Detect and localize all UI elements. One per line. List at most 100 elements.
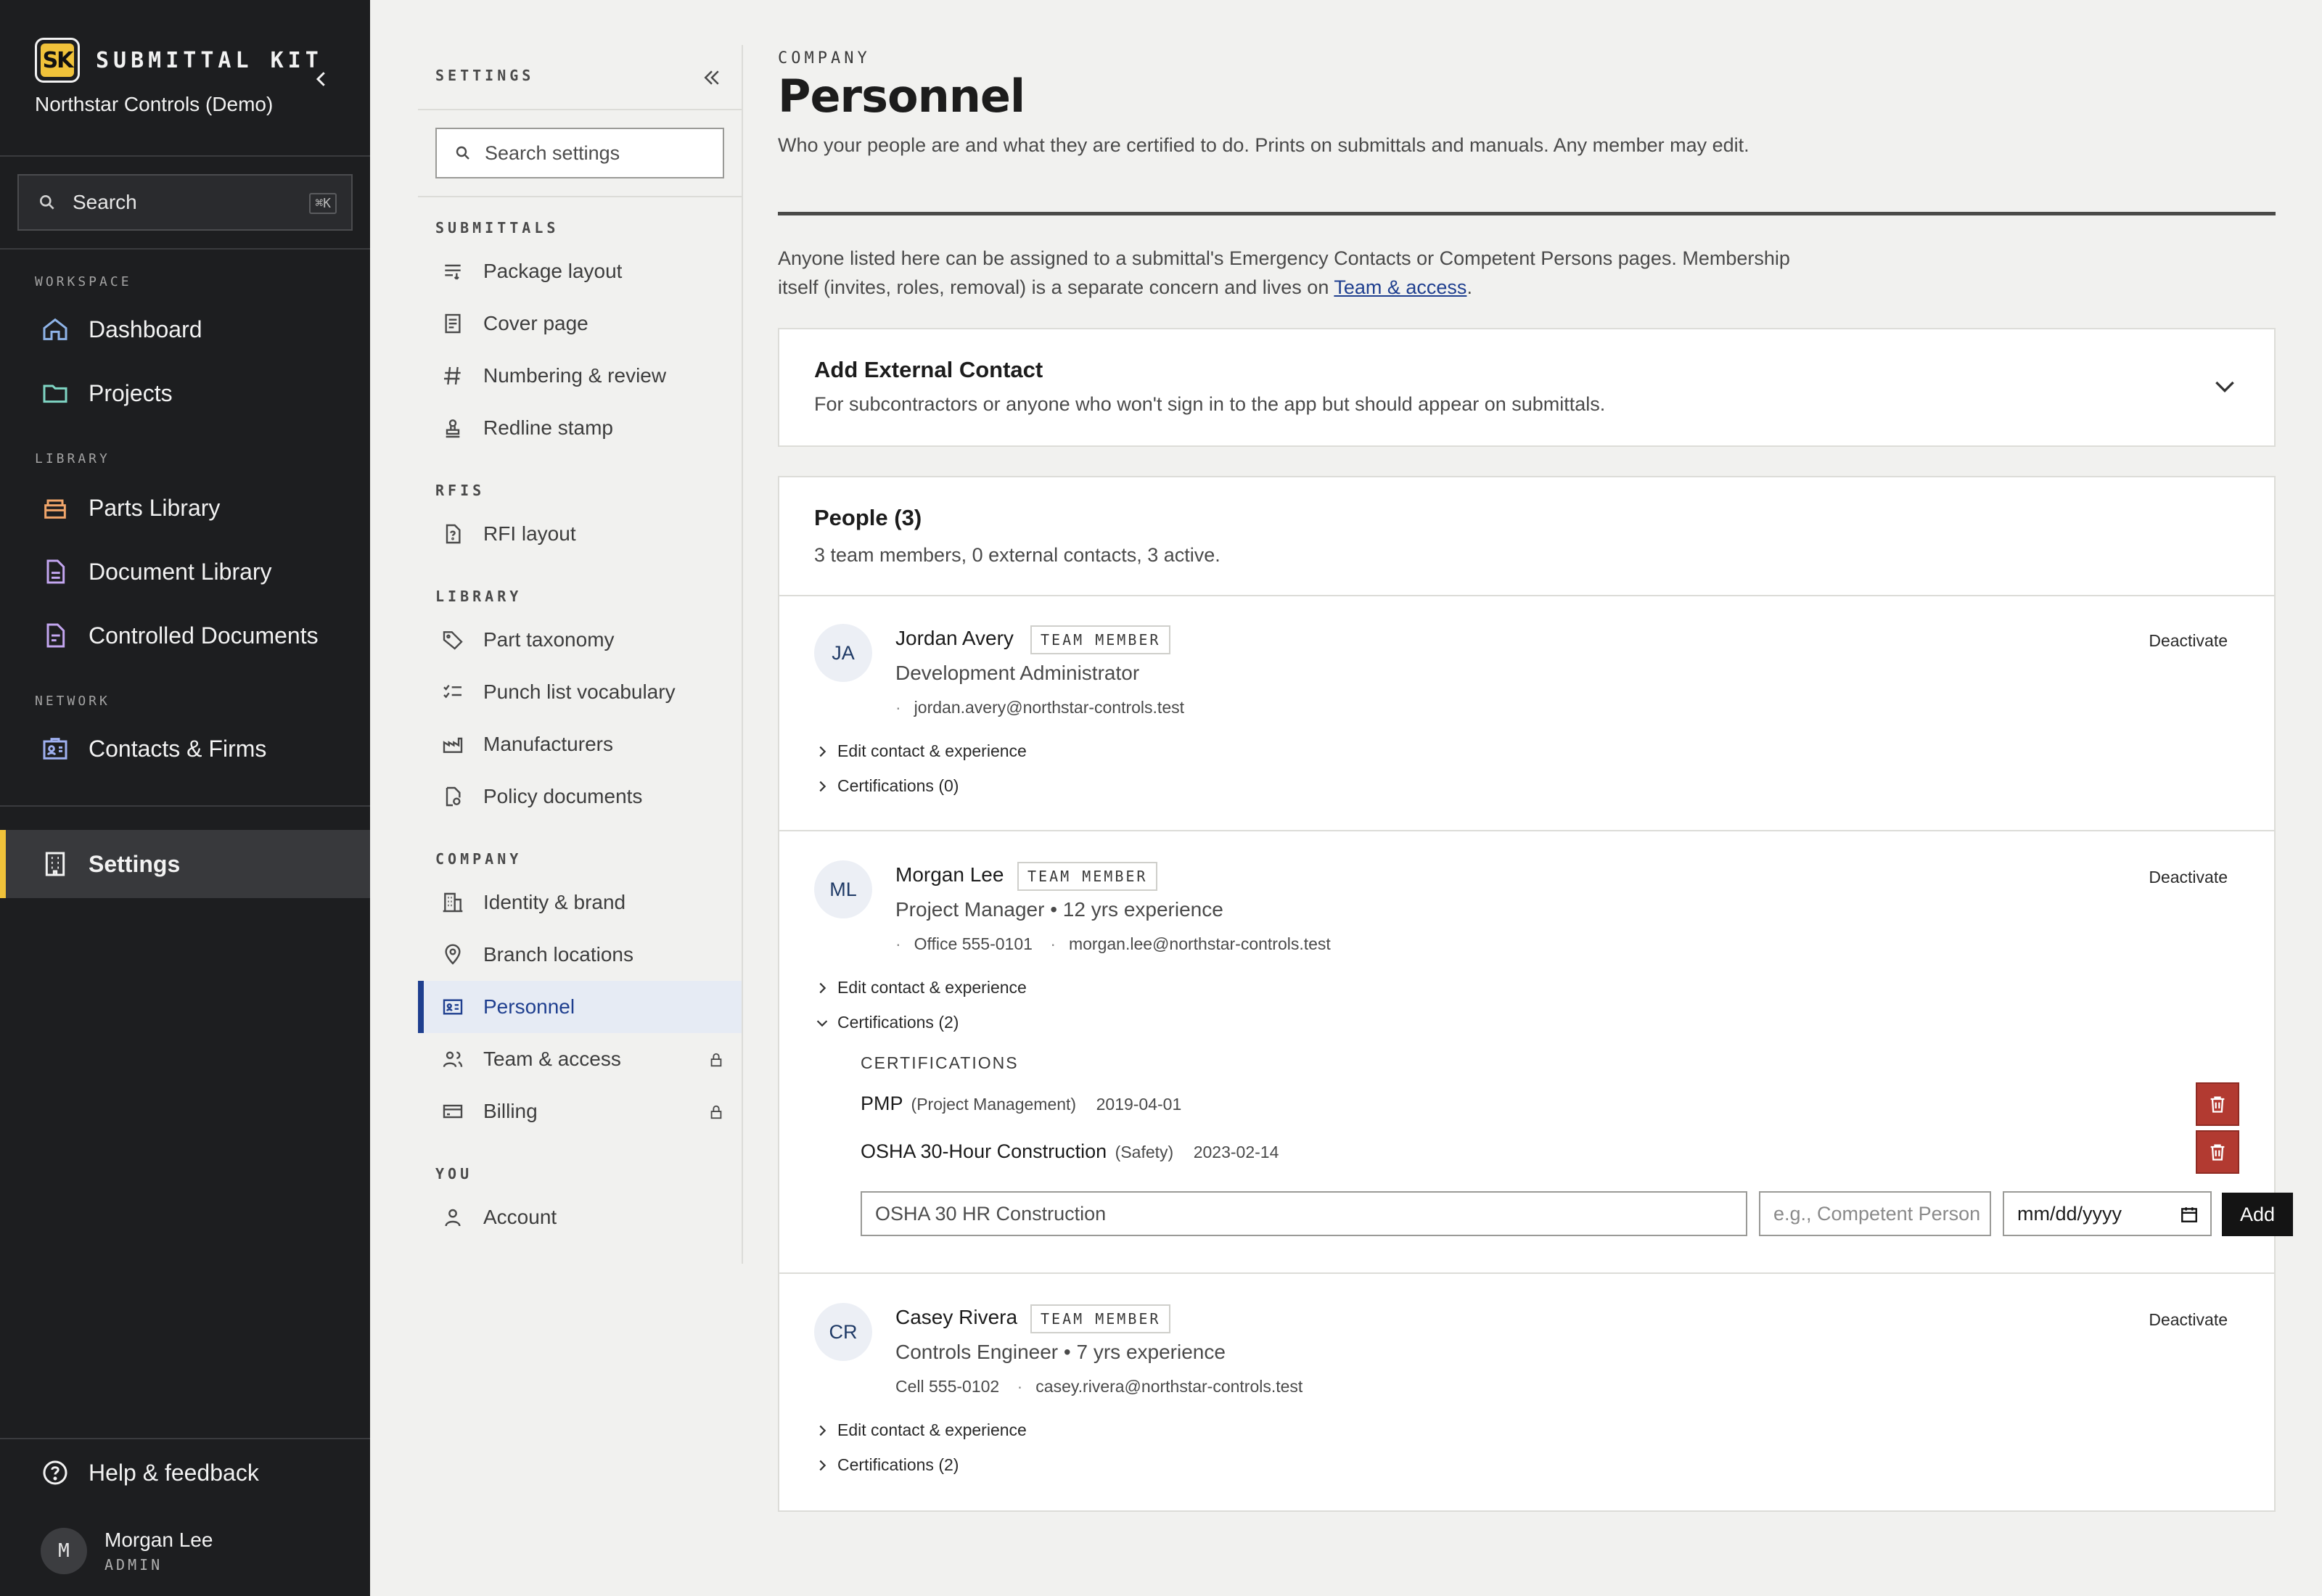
person-role: Controls Engineer • 7 yrs experience — [895, 1341, 1226, 1363]
nav-item-label: Policy documents — [483, 785, 643, 807]
sidebar-item-label: Settings — [89, 850, 181, 877]
nav-section-library: LIBRARY — [435, 588, 522, 605]
person-contacts: · jordan.avery@northstar-controls.test — [895, 698, 1184, 717]
nav-item-rfi-layout[interactable]: RFI layout — [418, 508, 742, 560]
team-member-badge: TEAM MEMBER — [1030, 1304, 1171, 1333]
nav-item-identity-brand[interactable]: Identity & brand — [418, 876, 742, 929]
separator-dot: · — [895, 934, 901, 953]
chevron-right-icon — [819, 781, 826, 791]
home-icon — [43, 318, 67, 340]
global-search[interactable]: Search ⌘K — [17, 174, 353, 231]
nav-item-policy-documents[interactable]: Policy documents — [418, 770, 742, 823]
person-phone: Cell 555-0102 — [895, 1377, 1000, 1396]
page-icon — [445, 313, 461, 334]
nav-item-branch-locations[interactable]: Branch locations — [418, 929, 742, 981]
document-icon — [46, 559, 65, 584]
nav-item-label: Account — [483, 1206, 557, 1228]
sidebar-item-document-library[interactable]: Document Library — [0, 543, 370, 601]
edit-contact-toggle[interactable]: Edit contact & experience — [814, 978, 1027, 998]
nav-item-label: Billing — [483, 1100, 538, 1122]
nav-item-cover-page[interactable]: Cover page — [418, 297, 742, 350]
nav-item-account[interactable]: Account — [418, 1191, 742, 1243]
calendar-icon[interactable] — [2180, 1205, 2199, 1224]
factory-icon — [443, 737, 463, 753]
building-icon — [45, 852, 65, 876]
sidebar-item-projects[interactable]: Projects — [0, 364, 370, 422]
collapse-settings-nav-button[interactable] — [694, 59, 730, 96]
certifications-toggle[interactable]: Certifications (2) — [814, 1013, 959, 1032]
divider — [418, 109, 742, 110]
nav-item-label: RFI layout — [483, 522, 576, 545]
chevron-down-icon[interactable] — [2210, 371, 2239, 400]
add-external-contact-panel[interactable]: Add External Contact For subcontractors … — [778, 328, 2276, 447]
add-certification-button[interactable]: Add — [2222, 1193, 2293, 1236]
search-shortcut: ⌘K — [309, 193, 337, 214]
cert-name-input[interactable]: OSHA 30 HR Construction — [861, 1191, 1747, 1236]
settings-nav-title: SETTINGS — [435, 67, 535, 84]
nav-item-numbering-review[interactable]: Numbering & review — [418, 350, 742, 402]
avatar: CR — [814, 1303, 872, 1361]
delete-certification-button[interactable] — [2196, 1130, 2239, 1174]
nav-item-redline-stamp[interactable]: Redline stamp — [418, 402, 742, 454]
delete-certification-button[interactable] — [2196, 1082, 2239, 1126]
nav-item-label: Numbering & review — [483, 364, 667, 387]
divider — [0, 155, 370, 157]
sidebar-item-contacts-firms[interactable]: Contacts & Firms — [0, 720, 370, 778]
person-row: ML Morgan Lee TEAM MEMBER Project Manage… — [779, 831, 2293, 1272]
sidebar-item-label: Dashboard — [89, 316, 202, 342]
stamp-icon — [446, 419, 460, 438]
external-contact-subtitle: For subcontractors or anyone who won't s… — [814, 393, 1606, 415]
sidebar-item-label: Controlled Documents — [89, 622, 319, 649]
double-chevron-left-icon — [704, 70, 719, 85]
deactivate-button[interactable]: Deactivate — [2149, 868, 2228, 887]
separator-dot: · — [1017, 1377, 1023, 1396]
tag-icon — [443, 631, 463, 650]
cert-date-input[interactable]: mm/dd/yyyy — [2003, 1191, 2212, 1236]
sidebar-item-label: Contacts & Firms — [89, 735, 267, 762]
help-feedback-link[interactable]: Help & feedback — [0, 1444, 370, 1502]
avatar: M — [41, 1528, 87, 1574]
checklist-icon — [443, 684, 461, 699]
nav-section-you: YOU — [435, 1165, 473, 1182]
edit-contact-toggle[interactable]: Edit contact & experience — [814, 741, 1027, 761]
search-icon — [40, 195, 54, 210]
certification-item: OSHA 30-Hour Construction (Safety) 2023-… — [861, 1140, 1279, 1163]
section-network: NETWORK — [35, 694, 110, 709]
team-member-badge: TEAM MEMBER — [1017, 862, 1158, 891]
sidebar-item-label: Projects — [89, 379, 173, 406]
nav-item-punch-list-vocabulary[interactable]: Punch list vocabulary — [418, 666, 742, 718]
certification-item: PMP (Project Management) 2019-04-01 — [861, 1093, 1181, 1115]
brand[interactable]: SK SUBMITTAL KIT — [35, 35, 323, 86]
user-menu[interactable]: M Morgan Lee ADMIN — [41, 1528, 213, 1574]
divider — [0, 1438, 370, 1439]
sidebar-item-dashboard[interactable]: Dashboard — [0, 300, 370, 358]
toggle-label: Edit contact & experience — [837, 741, 1027, 760]
cert-category-input[interactable]: e.g., Competent Person — [1759, 1191, 1991, 1236]
controlled-document-icon — [46, 623, 65, 648]
policy-doc-icon — [446, 786, 461, 807]
nav-item-personnel[interactable]: Personnel — [418, 981, 742, 1033]
person-name: Morgan Lee — [895, 863, 1004, 886]
certifications-toggle[interactable]: Certifications (2) — [814, 1455, 959, 1475]
settings-search-input[interactable]: Search settings — [435, 128, 724, 178]
credit-card-icon — [443, 1104, 463, 1119]
nav-item-manufacturers[interactable]: Manufacturers — [418, 718, 742, 770]
sidebar-item-parts-library[interactable]: Parts Library — [0, 479, 370, 537]
sidebar-item-settings[interactable]: Settings — [0, 830, 370, 898]
deactivate-button[interactable]: Deactivate — [2149, 1310, 2228, 1330]
edit-contact-toggle[interactable]: Edit contact & experience — [814, 1420, 1027, 1440]
nav-item-package-layout[interactable]: Package layout — [418, 245, 742, 297]
person-email: morgan.lee@northstar-controls.test — [1068, 934, 1331, 953]
team-access-link[interactable]: Team & access — [1334, 276, 1466, 298]
nav-item-part-taxonomy[interactable]: Part taxonomy — [418, 614, 742, 666]
nav-item-label: Identity & brand — [483, 891, 626, 913]
person-email: casey.rivera@northstar-controls.test — [1035, 1377, 1303, 1396]
certifications-toggle[interactable]: Certifications (0) — [814, 776, 959, 796]
deactivate-button[interactable]: Deactivate — [2149, 631, 2228, 651]
nav-item-billing[interactable]: Billing — [418, 1085, 742, 1138]
sidebar-item-controlled-documents[interactable]: Controlled Documents — [0, 606, 370, 665]
nav-item-team-access[interactable]: Team & access — [418, 1033, 742, 1085]
nav-section-submittals: SUBMITTALS — [435, 219, 559, 236]
collapse-sidebar-button[interactable] — [305, 62, 338, 96]
person-name: Casey Rivera — [895, 1306, 1018, 1328]
